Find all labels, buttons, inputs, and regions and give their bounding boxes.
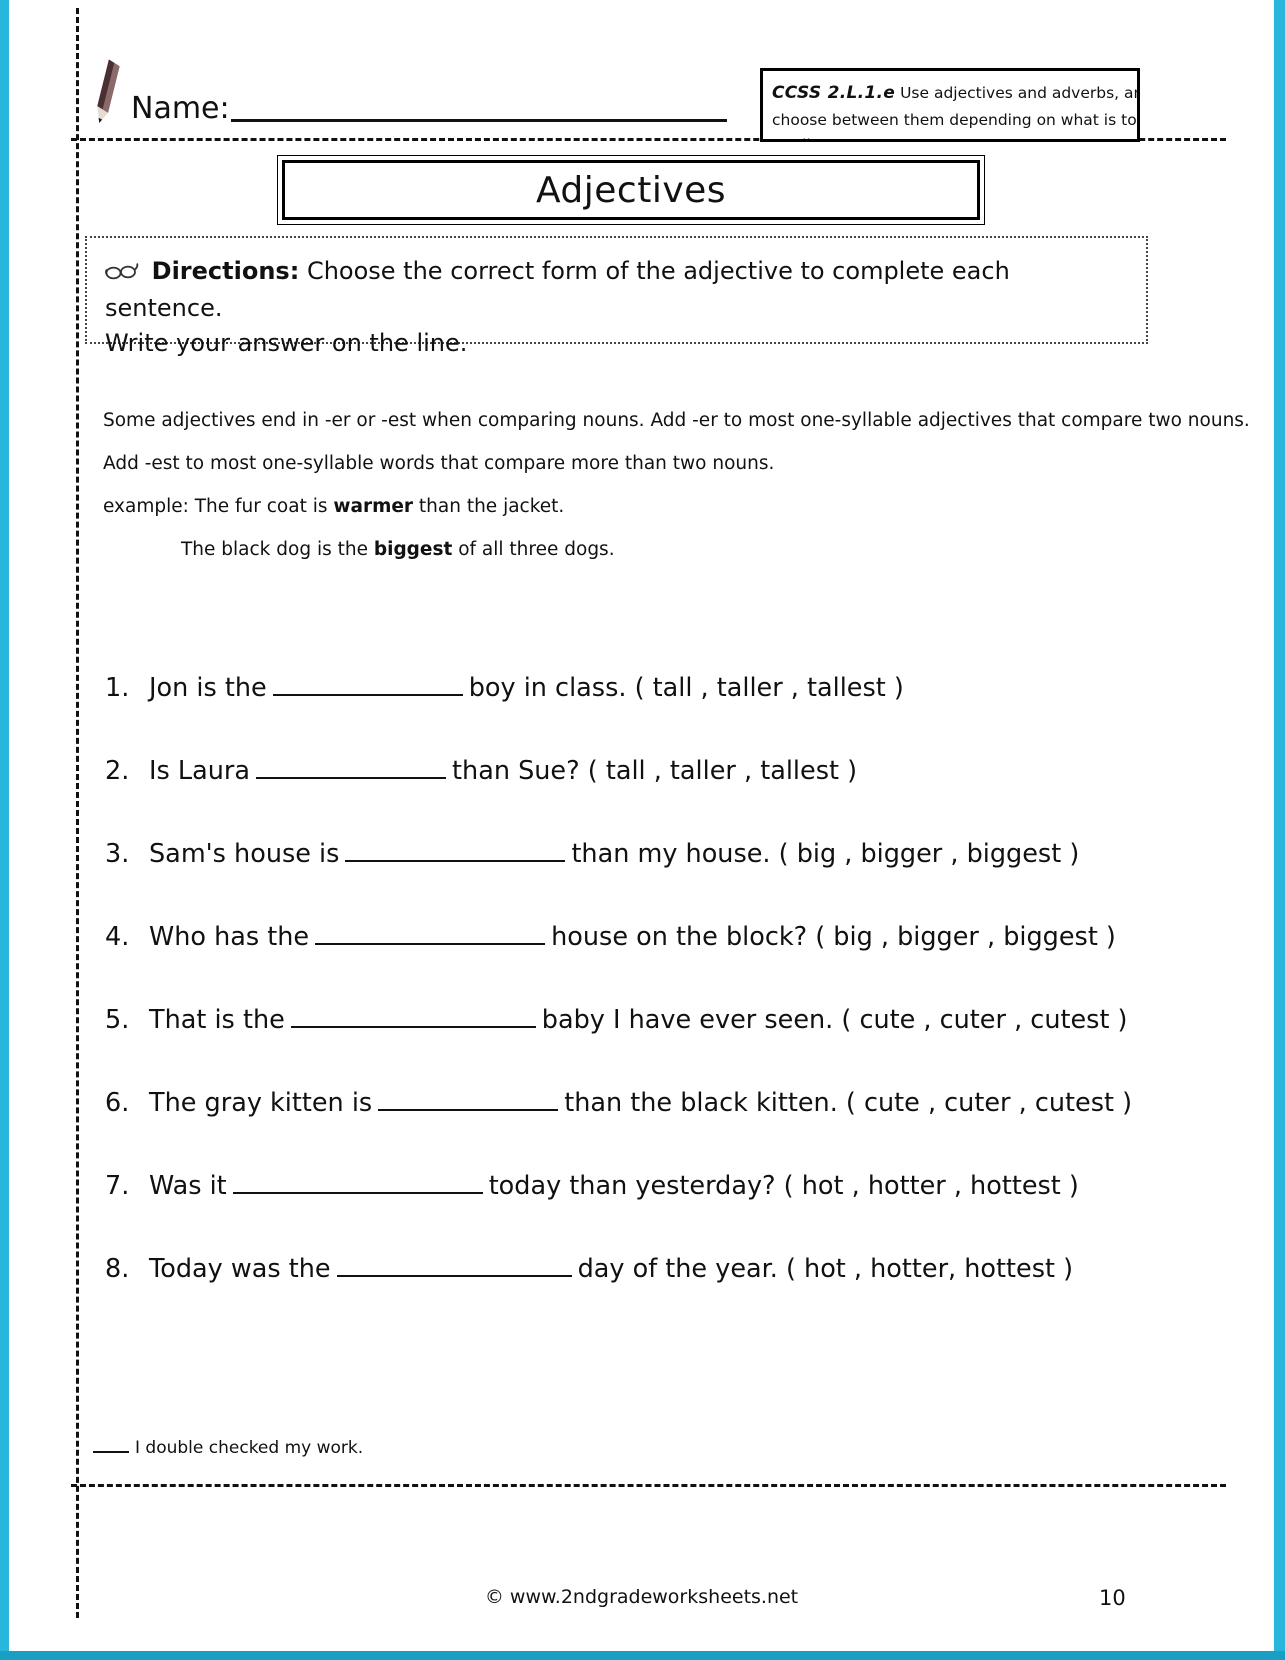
question-row: 2. Is Laura than Sue? ( tall , taller , …: [105, 755, 1165, 838]
rule-line: Some adjectives end in -er or -est when …: [103, 410, 1250, 431]
answer-blank[interactable]: [232, 1170, 483, 1194]
double-check-label: I double checked my work.: [135, 1438, 364, 1458]
double-check-blank[interactable]: [93, 1437, 129, 1453]
question-text-before: Sam's house is: [149, 839, 340, 869]
answer-blank[interactable]: [336, 1253, 572, 1277]
question-row: 6. The gray kitten is than the black kit…: [105, 1087, 1165, 1170]
example-bold-word: warmer: [333, 496, 414, 517]
frame-bottom-border: [71, 1484, 1226, 1487]
directions-line-2: Write your answer on the line.: [105, 328, 468, 357]
directions-line-1: Directions: Choose the correct form of t…: [105, 254, 1128, 326]
title-box-inner: Adjectives: [282, 160, 980, 220]
name-row: Name:: [87, 48, 727, 128]
question-text-after: than Sue? ( tall , taller , tallest ): [452, 756, 858, 786]
question-text-after: than the black kitten. ( cute , cuter , …: [564, 1088, 1133, 1118]
ccss-text: CCSS 2.L.1.e Use adjectives and adverbs,…: [772, 80, 1137, 139]
question-number: 7.: [105, 1171, 130, 1201]
question-text-after: baby I have ever seen. ( cute , cuter , …: [541, 1005, 1128, 1035]
pencil-icon: [87, 56, 127, 128]
double-check-row: I double checked my work.: [93, 1437, 363, 1458]
question-number: 3.: [105, 839, 130, 869]
rule-line: Add -est to most one-syllable words that…: [103, 453, 775, 474]
question-text-before: Jon is the: [149, 673, 267, 703]
answer-blank[interactable]: [256, 755, 447, 779]
question-row: 1. Jon is the boy in class. ( tall , tal…: [105, 672, 1165, 755]
ccss-standard-box: CCSS 2.L.1.e Use adjectives and adverbs,…: [760, 68, 1140, 142]
answer-blank[interactable]: [315, 921, 546, 945]
example-suffix: than the jacket.: [413, 496, 565, 517]
question-row: 8. Today was the day of the year. ( hot …: [105, 1253, 1165, 1336]
glasses-icon: [105, 256, 139, 291]
directions-box: Directions: Choose the correct form of t…: [85, 236, 1148, 357]
question-text-before: That is the: [149, 1005, 285, 1035]
question-text-before: The gray kitten is: [149, 1088, 373, 1118]
question-row: 4. Who has the house on the block? ( big…: [105, 921, 1165, 1004]
example-suffix: of all three dogs.: [452, 539, 615, 560]
example-line: example: The fur coat is warmer than the…: [103, 496, 1153, 517]
question-number: 5.: [105, 1005, 130, 1035]
question-text-after: today than yesterday? ( hot , hotter , h…: [488, 1171, 1079, 1201]
answer-blank[interactable]: [345, 838, 566, 862]
question-text-after: day of the year. ( hot , hotter, hottest…: [577, 1254, 1074, 1284]
footer-page-number: 10: [1099, 1586, 1126, 1610]
question-number: 4.: [105, 922, 130, 952]
question-number: 6.: [105, 1088, 130, 1118]
question-number: 1.: [105, 673, 130, 703]
example-line: The black dog is the biggest of all thre…: [103, 539, 1153, 560]
question-text-after: boy in class. ( tall , taller , tallest …: [468, 673, 904, 703]
ccss-code: CCSS 2.L.1.e: [772, 83, 896, 103]
page-title: Adjectives: [535, 169, 727, 211]
title-box: Adjectives: [277, 155, 985, 225]
question-text-before: Today was the: [149, 1254, 331, 1284]
question-text-before: Was it: [149, 1171, 227, 1201]
question-text-after: than my house. ( big , bigger , biggest …: [571, 839, 1080, 869]
answer-blank[interactable]: [272, 672, 463, 696]
directions-label: Directions:: [151, 257, 300, 285]
worksheet-page: Name: CCSS 2.L.1.e Use adjectives and ad…: [9, 0, 1274, 1651]
answer-blank[interactable]: [378, 1087, 559, 1111]
example-prefix: The black dog is the: [181, 539, 374, 560]
question-text-after: house on the block? ( big , bigger , big…: [551, 922, 1116, 952]
question-number: 8.: [105, 1254, 130, 1284]
page-edge-right: [1274, 0, 1285, 1660]
question-text-before: Is Laura: [149, 756, 251, 786]
question-text-before: Who has the: [149, 922, 310, 952]
name-input-line[interactable]: [230, 119, 727, 122]
question-number: 2.: [105, 756, 130, 786]
footer-copyright: © www.2ndgradeworksheets.net: [484, 1586, 799, 1608]
frame-left-border: [76, 8, 79, 1618]
page-edge-bottom: [0, 1651, 1285, 1660]
answer-blank[interactable]: [290, 1004, 536, 1028]
question-row: 3. Sam's house is than my house. ( big ,…: [105, 838, 1165, 921]
example-prefix: example: The fur coat is: [103, 496, 334, 517]
question-row: 7. Was it today than yesterday? ( hot , …: [105, 1170, 1165, 1253]
question-row: 5. That is the baby I have ever seen. ( …: [105, 1004, 1165, 1087]
page-edge-left: [0, 0, 9, 1660]
example-bold-word: biggest: [373, 539, 453, 560]
name-label: Name:: [131, 91, 230, 126]
question-list: 1. Jon is the boy in class. ( tall , tal…: [105, 672, 1165, 1336]
rules-block: Some adjectives end in -er or -est when …: [103, 410, 1250, 582]
